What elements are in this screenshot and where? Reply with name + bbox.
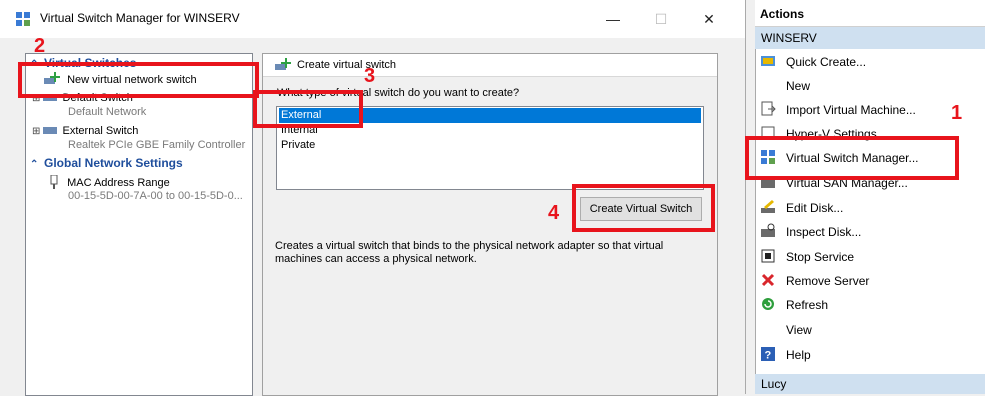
- annotation-box-4: [572, 184, 715, 232]
- server-section-header[interactable]: WINSERV: [755, 27, 985, 49]
- annotation-box-3: [253, 90, 363, 128]
- vm-section-header[interactable]: Lucy: [755, 374, 985, 394]
- remove-icon: [761, 273, 775, 287]
- action-new[interactable]: New: [758, 75, 983, 97]
- dialog-titlebar: Virtual Switch Manager for WINSERV — ☐ ✕: [0, 0, 745, 38]
- actions-header: Actions: [755, 0, 985, 27]
- refresh-icon: [762, 298, 774, 310]
- switch-type-option-private[interactable]: Private: [279, 138, 701, 153]
- annotation-number-2: 2: [34, 35, 46, 57]
- action-help[interactable]: ? Help: [758, 344, 983, 366]
- external-switch-adapter: Realtek PCIe GBE Family Controller: [68, 139, 246, 151]
- tree-item-external-switch[interactable]: ⊞ External Switch: [32, 124, 138, 137]
- default-switch-network: Default Network: [68, 106, 147, 118]
- expand-plus-icon[interactable]: ⊞: [32, 126, 40, 137]
- action-inspect-disk[interactable]: Inspect Disk...: [758, 221, 983, 243]
- action-stop-service[interactable]: Stop Service: [758, 246, 983, 268]
- annotation-box-1: [745, 136, 959, 180]
- tree-item-mac-range[interactable]: MAC Address Range: [48, 174, 170, 189]
- inspect-disk-icon: [761, 223, 775, 237]
- action-refresh[interactable]: Refresh: [758, 294, 983, 316]
- group-title: Create virtual switch: [297, 59, 397, 71]
- mac-range-value: 00-15-5D-00-7A-00 to 00-15-5D-0...: [68, 190, 243, 202]
- global-network-settings-header[interactable]: ⌃ Global Network Settings: [30, 156, 183, 170]
- dialog-title: Virtual Switch Manager for WINSERV: [40, 11, 240, 25]
- annotation-number-1: 1: [951, 102, 963, 124]
- annotation-number-3: 3: [364, 65, 376, 87]
- svg-text:?: ?: [765, 350, 772, 362]
- action-quick-create[interactable]: Quick Create...: [758, 51, 983, 73]
- import-icon: [761, 101, 776, 116]
- new-switch-icon: [275, 58, 291, 70]
- stop-icon: [761, 249, 775, 263]
- action-import-vm[interactable]: Import Virtual Machine...: [758, 99, 983, 121]
- quick-create-icon: [761, 56, 775, 66]
- help-icon: ?: [761, 347, 775, 362]
- minimize-button[interactable]: —: [598, 8, 628, 30]
- action-edit-disk[interactable]: Edit Disk...: [758, 197, 983, 219]
- edit-disk-icon: [761, 200, 775, 213]
- action-remove-server[interactable]: Remove Server: [758, 270, 983, 292]
- network-switch-icon: [43, 127, 58, 134]
- switch-tree-pane: ⌃ Virtual Switches New virtual network sw…: [25, 53, 253, 396]
- collapse-chevron-icon: ⌃: [30, 159, 39, 170]
- annotation-box-2: [18, 62, 259, 98]
- maximize-button[interactable]: ☐: [646, 8, 676, 30]
- mac-address-icon: [50, 174, 58, 189]
- close-button[interactable]: ✕: [694, 8, 724, 30]
- switch-manager-app-icon: [16, 12, 30, 26]
- action-view[interactable]: View: [758, 319, 983, 341]
- annotation-number-4: 4: [548, 202, 560, 224]
- switch-type-description: Creates a virtual switch that binds to t…: [275, 240, 664, 265]
